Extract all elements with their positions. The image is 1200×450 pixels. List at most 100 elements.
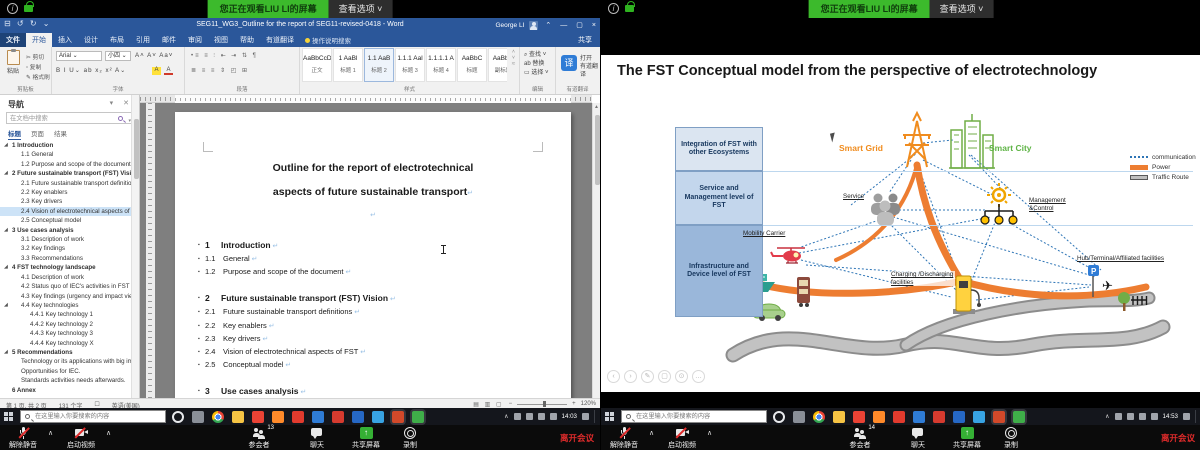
tray-icon[interactable] xyxy=(514,413,521,420)
slide-control-button[interactable]: ▢ xyxy=(658,370,671,383)
vertical-ruler[interactable] xyxy=(146,103,155,398)
taskbar-app-icon[interactable] xyxy=(773,411,785,423)
slide-control-button[interactable]: ✎ xyxy=(641,370,654,383)
account-name[interactable]: George LI xyxy=(495,22,524,29)
nav-outline-item[interactable]: Standards activities needs afterwards. xyxy=(0,376,132,385)
taskbar-clock[interactable]: 14:03 xyxy=(562,413,577,420)
info-icon[interactable]: i xyxy=(608,3,619,14)
nav-outline-item[interactable]: 4.4.4 Key technology X xyxy=(0,339,132,348)
show-desktop-button[interactable] xyxy=(1195,410,1197,423)
font-style-buttons[interactable]: B I U⌄ ab x₂ x² A⌄ xyxy=(56,67,126,74)
nav-outline-item[interactable]: 4.4.1 Key technology 1 xyxy=(0,310,132,319)
taskbar-app-icon[interactable] xyxy=(212,411,224,423)
share-button[interactable]: 共享 xyxy=(570,33,600,47)
record-button[interactable]: 录制 xyxy=(392,427,428,450)
nav-outline-item[interactable]: ◢1 Introduction xyxy=(0,141,132,150)
tab-file[interactable]: 文件 xyxy=(0,33,26,47)
taskbar-app-icon[interactable] xyxy=(372,411,384,423)
audio-options-chevron[interactable]: ∧ xyxy=(649,429,654,437)
participants-button[interactable]: 14 参会者 xyxy=(837,427,883,450)
start-button[interactable] xyxy=(4,412,13,421)
leave-meeting-button[interactable]: 离开会议 xyxy=(560,432,594,444)
style-card[interactable]: AaBbCcDc正文 xyxy=(302,48,332,82)
tray-icon[interactable] xyxy=(582,413,589,420)
nav-outline-item[interactable]: Opportunities for IEC. xyxy=(0,367,132,376)
youdao-translate-icon[interactable]: 译 xyxy=(561,55,577,71)
nav-outline-item[interactable]: ◢4 FST technology landscape xyxy=(0,263,132,272)
view-options-button[interactable]: 查看选项 ˅ xyxy=(329,0,393,18)
unmute-button[interactable]: 解除静音 xyxy=(601,427,647,450)
replace-button[interactable]: ab 替换 xyxy=(520,60,555,69)
nav-tab-results[interactable]: 结果 xyxy=(54,128,67,140)
expand-triangle-icon[interactable]: ◢ xyxy=(4,226,8,235)
font-name-select[interactable]: Arial ⌄ xyxy=(56,51,102,61)
leave-meeting-button[interactable]: 离开会议 xyxy=(1161,432,1195,444)
zoom-slider[interactable] xyxy=(517,404,567,405)
taskbar-app-icon[interactable] xyxy=(873,411,885,423)
tell-me-search[interactable]: 操作说明搜索 xyxy=(300,33,356,47)
taskbar-app-icon[interactable] xyxy=(252,411,264,423)
nav-outline-item[interactable]: 4.4.3 Key technology 3 xyxy=(0,329,132,338)
style-card[interactable]: 1.1.1.1 A标题 4 xyxy=(426,48,456,82)
nav-outline-item[interactable]: 4.4.2 Key technology 2 xyxy=(0,320,132,329)
tab-view[interactable]: 视图 xyxy=(208,33,234,47)
expand-triangle-icon[interactable]: ◢ xyxy=(4,141,8,150)
nav-scrollbar[interactable] xyxy=(131,95,139,398)
audio-options-chevron[interactable]: ∧ xyxy=(48,429,53,437)
tray-icon[interactable] xyxy=(1115,413,1122,420)
tab-home[interactable]: 开始 xyxy=(26,33,52,47)
nav-outline-item[interactable]: 2.4 Vision of electrotechnical aspects o… xyxy=(0,207,132,216)
paragraph-buttons-row2[interactable]: ≣ ≡ ≡ ⇕ ◰ ⊞ xyxy=(191,67,249,74)
close-button[interactable]: × xyxy=(590,22,598,29)
taskbar-search-input[interactable]: 在这里输入你要搜索的内容 xyxy=(20,410,166,423)
tray-icon[interactable] xyxy=(550,413,557,420)
taskbar-app-icon[interactable] xyxy=(232,411,244,423)
start-video-button[interactable]: 启动视频 xyxy=(659,427,705,450)
video-options-chevron[interactable]: ∧ xyxy=(106,429,111,437)
tab-design[interactable]: 设计 xyxy=(78,33,104,47)
ribbon-display-options-button[interactable]: ⌃ xyxy=(543,21,553,29)
chat-button[interactable]: 聊天 xyxy=(300,427,334,450)
zoom-in-button[interactable]: + xyxy=(572,401,576,407)
taskbar-clock[interactable]: 14:53 xyxy=(1163,413,1178,420)
tab-help[interactable]: 帮助 xyxy=(234,33,260,47)
taskbar-app-icon[interactable] xyxy=(292,411,304,423)
nav-outline-item[interactable]: 1.2 Purpose and scope of the document xyxy=(0,160,132,169)
record-button[interactable]: 录制 xyxy=(993,427,1029,450)
taskbar-app-icon[interactable] xyxy=(833,411,845,423)
document-scrollbar[interactable]: ▲ xyxy=(592,103,600,398)
nav-tab-headings[interactable]: 标题 xyxy=(8,128,21,140)
font-size-select[interactable]: 小四 ⌄ xyxy=(105,51,131,61)
slide-control-button[interactable]: › xyxy=(624,370,637,383)
nav-outline-item[interactable]: 4.1 Description of work xyxy=(0,273,132,282)
nav-outline-item[interactable]: 4.3 Key findings (urgency and impact vie… xyxy=(0,292,132,301)
expand-triangle-icon[interactable]: ◢ xyxy=(4,169,8,178)
share-screen-button[interactable]: ↑ 共享屏幕 xyxy=(346,427,386,450)
expand-triangle-icon[interactable]: ◢ xyxy=(4,348,8,357)
style-card[interactable]: 1.1 AaB标题 2 xyxy=(364,48,394,82)
taskbar-app-icon[interactable] xyxy=(913,411,925,423)
tray-icon[interactable] xyxy=(1151,413,1158,420)
unmute-button[interactable]: 解除静音 xyxy=(0,427,46,450)
nav-outline-item[interactable]: ◢2 Future sustainable transport (FST) Vi… xyxy=(0,169,132,178)
taskbar-app-icon[interactable] xyxy=(973,411,985,423)
tray-icon[interactable] xyxy=(1139,413,1146,420)
nav-outline-item[interactable]: 6 Annex xyxy=(0,386,132,395)
nav-search-input[interactable]: 在文档中搜索 ▾ xyxy=(6,112,134,124)
styles-gallery-arrows[interactable]: ˄˅≂ xyxy=(509,49,518,67)
tray-chevron-icon[interactable]: ∧ xyxy=(504,413,508,420)
slide-control-button[interactable]: ‹ xyxy=(607,370,620,383)
nav-outline-item[interactable]: 3.2 Key findings xyxy=(0,244,132,253)
tab-layout[interactable]: 布局 xyxy=(104,33,130,47)
chat-button[interactable]: 聊天 xyxy=(901,427,935,450)
nav-outline-item[interactable]: 2.2 Key enablers xyxy=(0,188,132,197)
style-card[interactable]: 1.1.1 Aal标题 3 xyxy=(395,48,425,82)
tab-mailings[interactable]: 邮件 xyxy=(156,33,182,47)
tab-insert[interactable]: 插入 xyxy=(52,33,78,47)
taskbar-app-icon[interactable] xyxy=(312,411,324,423)
paste-button[interactable]: 粘贴 xyxy=(3,50,23,75)
start-button[interactable] xyxy=(605,412,614,421)
taskbar-app-icon[interactable] xyxy=(993,411,1005,423)
nav-outline-item[interactable]: 4.2 Status quo of IEC's activities in FS… xyxy=(0,282,132,291)
share-screen-button[interactable]: ↑ 共享屏幕 xyxy=(947,427,987,450)
